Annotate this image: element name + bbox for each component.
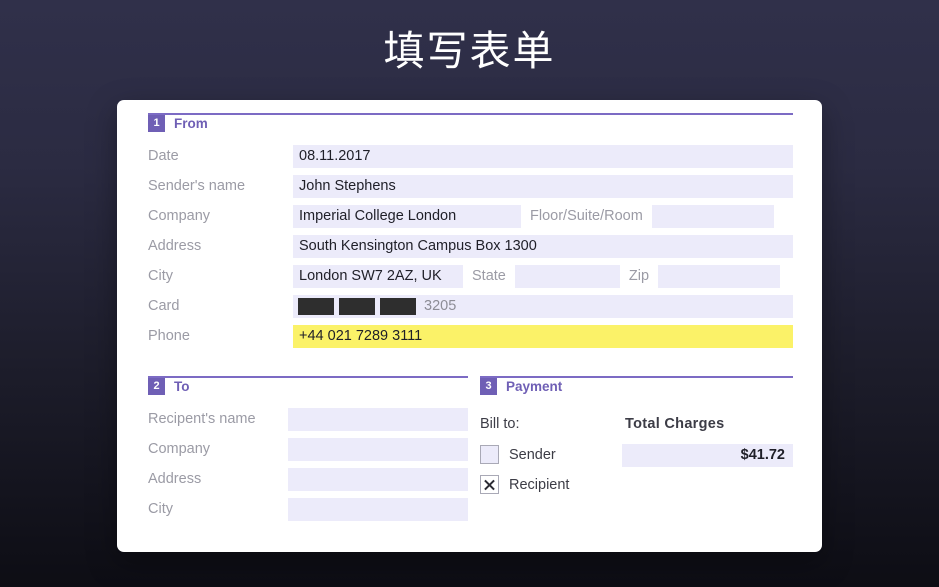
input-address[interactable]: South Kensington Campus Box 1300 <box>293 234 793 258</box>
label-company: Company <box>148 208 211 224</box>
label-bill-to: Bill to: <box>480 416 520 432</box>
label-city: City <box>148 268 173 284</box>
section-payment: 3 Payment Bill to: Total Charges $41.72 … <box>480 376 793 524</box>
form-card-inner: 1 From Date 08.11.2017 Sender's name Joh… <box>148 113 793 524</box>
checkbox-checked-icon[interactable] <box>480 475 499 494</box>
bill-to-label-sender: Sender <box>509 446 556 463</box>
input-to-address[interactable] <box>288 467 468 491</box>
card-last-four: 3205 <box>424 298 457 314</box>
section-label-payment: Payment <box>506 379 563 394</box>
payment-fields: Bill to: Total Charges $41.72 Sender Rec… <box>480 404 793 514</box>
section-header-payment: 3 Payment <box>480 376 793 404</box>
bill-to-label-recipient: Recipient <box>509 476 570 493</box>
label-floor-suite-room: Floor/Suite/Room <box>530 208 643 224</box>
field-row-to-company: Company <box>148 434 468 464</box>
label-phone: Phone <box>148 328 190 344</box>
label-recipient-name: Recipent's name <box>148 411 256 427</box>
section-number-badge-1: 1 <box>148 115 165 132</box>
label-card: Card <box>148 298 180 314</box>
bill-to-option-sender[interactable]: Sender <box>480 445 556 464</box>
label-to-company: Company <box>148 441 211 457</box>
section-number-badge-2: 2 <box>148 378 165 395</box>
field-row-sender-name: Sender's name John Stephens <box>148 171 793 201</box>
input-company[interactable]: Imperial College London <box>293 204 521 228</box>
label-address: Address <box>148 238 202 254</box>
redaction-block-icon <box>298 297 334 315</box>
label-to-city: City <box>148 501 173 517</box>
from-fields: Date 08.11.2017 Sender's name John Steph… <box>148 141 793 351</box>
section-header-to: 2 To <box>148 376 468 404</box>
page-title: 填写表单 <box>383 27 556 75</box>
section-label-to: To <box>174 379 190 394</box>
input-state[interactable] <box>514 264 620 288</box>
column-gap <box>468 376 480 524</box>
label-state: State <box>472 268 506 284</box>
field-row-to-address: Address <box>148 464 468 494</box>
form-card: 1 From Date 08.11.2017 Sender's name Joh… <box>117 100 822 552</box>
label-total-charges: Total Charges <box>625 416 725 432</box>
checkbox-unchecked-icon[interactable] <box>480 445 499 464</box>
field-row-to-city: City <box>148 494 468 524</box>
label-to-address: Address <box>148 471 202 487</box>
label-sender-name: Sender's name <box>148 178 246 194</box>
input-recipient-name[interactable] <box>288 407 468 431</box>
field-row-date: Date 08.11.2017 <box>148 141 793 171</box>
field-row-city: City London SW7 2AZ, UK State Zip <box>148 261 793 291</box>
section-to: 2 To Recipent's name Company Address Cit… <box>148 376 468 524</box>
section-header-from: 1 From <box>148 113 793 141</box>
total-charges-amount: $41.72 <box>622 444 793 467</box>
input-city[interactable]: London SW7 2AZ, UK <box>293 264 463 288</box>
field-row-company: Company Imperial College London Floor/Su… <box>148 201 793 231</box>
redaction-block-icon <box>339 297 375 315</box>
section-label-from: From <box>174 116 208 131</box>
redaction-block-icon <box>380 297 416 315</box>
lower-sections: 2 To Recipent's name Company Address Cit… <box>148 376 793 524</box>
field-row-phone: Phone +44 021 7289 3111 <box>148 321 793 351</box>
field-row-recipient-name: Recipent's name <box>148 404 468 434</box>
input-date[interactable]: 08.11.2017 <box>293 144 793 168</box>
to-fields: Recipent's name Company Address City <box>148 404 468 524</box>
input-card[interactable]: 3205 <box>293 294 793 318</box>
input-sender-name[interactable]: John Stephens <box>293 174 793 198</box>
input-to-city[interactable] <box>288 497 468 521</box>
field-row-card: Card 3205 <box>148 291 793 321</box>
bill-to-option-recipient[interactable]: Recipient <box>480 475 569 494</box>
input-floor-suite-room[interactable] <box>651 204 774 228</box>
field-row-address: Address South Kensington Campus Box 1300 <box>148 231 793 261</box>
section-number-badge-3: 3 <box>480 378 497 395</box>
input-to-company[interactable] <box>288 437 468 461</box>
input-zip[interactable] <box>658 264 781 288</box>
label-date: Date <box>148 148 179 164</box>
input-phone[interactable]: +44 021 7289 3111 <box>293 324 793 348</box>
label-zip: Zip <box>628 268 650 284</box>
